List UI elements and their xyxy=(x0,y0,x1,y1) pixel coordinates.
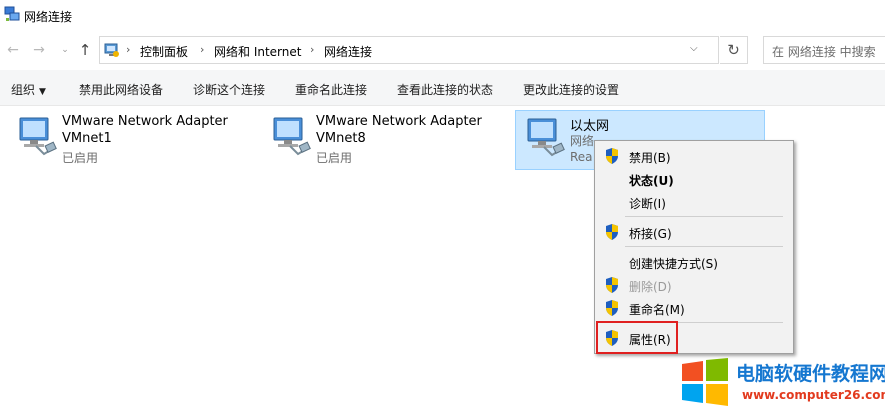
caret-down-icon: ▼ xyxy=(39,87,46,97)
connection-status: 已启用 xyxy=(316,151,353,165)
menu-label: 桥接(G) xyxy=(629,227,672,241)
organize-button[interactable]: 组织 ▼ xyxy=(11,81,46,98)
organize-label: 组织 xyxy=(11,83,36,97)
menu-item-delete: 删除(D) xyxy=(595,274,793,296)
menu-item-diagnose[interactable]: 诊断(I) xyxy=(595,191,793,213)
connection-item-vmnet1[interactable]: VMware Network Adapter VMnet1 已启用 xyxy=(8,110,248,170)
search-input[interactable]: 在 网络连接 中搜索 xyxy=(763,36,885,64)
connection-device: VMnet8 xyxy=(316,131,366,146)
network-adapter-icon xyxy=(19,117,57,156)
breadcrumb-network-connections[interactable]: 网络连接 xyxy=(324,43,372,60)
menu-label: 状态(U) xyxy=(629,174,674,188)
connection-device: VMnet1 xyxy=(62,131,112,146)
menu-item-create-shortcut[interactable]: 创建快捷方式(S) xyxy=(595,251,793,273)
arrow-left-icon[interactable]: ← xyxy=(4,41,22,59)
menu-label: 创建快捷方式(S) xyxy=(629,257,718,271)
search-placeholder: 在 网络连接 中搜索 xyxy=(772,45,876,59)
chevron-right-icon: › xyxy=(126,43,131,56)
title-bar: 网络连接 xyxy=(0,0,885,30)
watermark-url: www.computer26.com xyxy=(742,388,885,402)
network-connections-icon xyxy=(4,6,20,21)
view-status-button[interactable]: 查看此连接的状态 xyxy=(397,81,493,98)
menu-label: 删除(D) xyxy=(629,280,672,294)
uac-shield-icon xyxy=(606,300,618,316)
navigation-bar: ← → ⌄ ↑ › 控制面板 › 网络和 Internet › 网络连接 ⌵ ↻… xyxy=(0,31,885,69)
menu-label: 诊断(I) xyxy=(629,197,666,211)
chevron-down-icon[interactable]: ⌄ xyxy=(56,41,74,59)
properties-highlight-box xyxy=(596,321,678,354)
menu-label: 重命名(M) xyxy=(629,303,685,317)
uac-shield-icon xyxy=(606,277,618,293)
menu-item-disable[interactable]: 禁用(B) xyxy=(595,145,793,167)
control-panel-icon xyxy=(104,43,119,57)
diagnose-connection-button[interactable]: 诊断这个连接 xyxy=(193,81,265,98)
command-bar: 组织 ▼ 禁用此网络设备 诊断这个连接 重命名此连接 查看此连接的状态 更改此连接… xyxy=(0,70,885,106)
menu-item-rename[interactable]: 重命名(M) xyxy=(595,297,793,319)
menu-item-bridge[interactable]: 桥接(G) xyxy=(595,221,793,243)
address-bar[interactable]: › 控制面板 › 网络和 Internet › 网络连接 ⌵ xyxy=(99,36,719,64)
breadcrumb-network-internet[interactable]: 网络和 Internet xyxy=(214,43,301,60)
chevron-right-icon[interactable]: › xyxy=(200,43,204,56)
windows-logo-icon xyxy=(682,358,728,406)
arrow-up-icon[interactable]: ↑ xyxy=(76,41,94,59)
breadcrumb-control-panel[interactable]: 控制面板 xyxy=(140,43,188,60)
chevron-down-icon[interactable]: ⌵ xyxy=(690,43,698,54)
rename-connection-button[interactable]: 重命名此连接 xyxy=(295,81,367,98)
watermark-site-name: 电脑软硬件教程网 xyxy=(736,363,885,385)
connection-status: 已启用 xyxy=(62,151,99,165)
network-adapter-icon xyxy=(273,117,311,156)
uac-shield-icon xyxy=(606,224,618,240)
menu-separator xyxy=(625,216,783,217)
connection-name: VMware Network Adapter xyxy=(62,114,228,129)
connection-item-vmnet8[interactable]: VMware Network Adapter VMnet8 已启用 xyxy=(262,110,502,170)
menu-item-status[interactable]: 状态(U) xyxy=(595,168,793,190)
connection-name: VMware Network Adapter xyxy=(316,114,482,129)
refresh-icon[interactable]: ↻ xyxy=(720,36,748,64)
disable-device-button[interactable]: 禁用此网络设备 xyxy=(79,81,163,98)
chevron-right-icon[interactable]: › xyxy=(310,43,314,56)
connection-device: 网络 xyxy=(570,134,595,148)
connection-status: Rea xyxy=(570,150,593,164)
change-settings-button[interactable]: 更改此连接的设置 xyxy=(523,81,619,98)
network-adapter-icon xyxy=(527,118,565,157)
uac-shield-icon xyxy=(606,148,618,164)
window-title: 网络连接 xyxy=(24,10,73,24)
watermark: 电脑软硬件教程网 www.computer26.com xyxy=(680,356,885,411)
menu-separator xyxy=(625,246,783,247)
menu-label: 禁用(B) xyxy=(629,151,671,165)
arrow-right-icon[interactable]: → xyxy=(30,41,48,59)
